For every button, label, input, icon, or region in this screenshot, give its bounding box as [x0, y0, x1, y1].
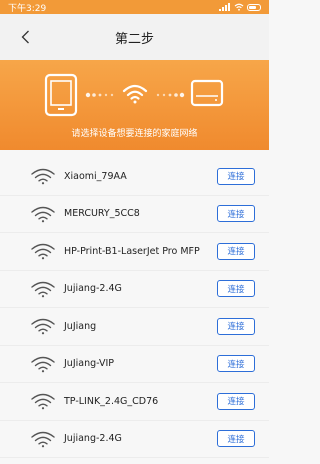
network-row[interactable]: HP-Print-B1-LaserJet Pro MFP 连接 — [0, 233, 269, 271]
network-row[interactable]: TP-LINK_2.4G_CD76 连接 — [0, 383, 269, 421]
status-icons — [219, 3, 261, 11]
network-row[interactable]: Jujiang-2.4G 连接 — [0, 270, 269, 308]
network-ssid: TP-LINK_2.4G_CD76 — [64, 395, 159, 407]
network-row[interactable]: MERCURY_5CC8 连接 — [0, 195, 269, 233]
wifi-status-icon — [234, 3, 244, 11]
signal-icon — [219, 3, 230, 11]
connect-button[interactable]: 连接 — [217, 280, 255, 298]
network-row[interactable]: JuJiang 连接 — [0, 308, 269, 346]
banner: 请选择设备想要连接的家庭网络 — [0, 60, 269, 150]
wifi-icon — [31, 318, 55, 335]
connect-button[interactable]: 连接 — [217, 317, 255, 335]
network-ssid: Jujiang-2.4G — [64, 283, 122, 295]
back-button[interactable] — [18, 28, 32, 46]
wifi-icon — [31, 206, 55, 222]
wifi-icon — [31, 243, 55, 260]
network-row[interactable]: JuJiang-VIP 连接 — [0, 345, 269, 383]
connect-button[interactable]: 连接 — [217, 167, 255, 185]
network-ssid: HP-Print-B1-LaserJet Pro MFP — [64, 245, 200, 257]
page-title: 第二步 — [114, 31, 154, 47]
connect-button[interactable]: 连接 — [217, 242, 255, 260]
network-ssid: Jujiang-2.4G — [64, 433, 122, 445]
chevron-left-icon — [21, 30, 29, 44]
network-row[interactable]: Xiaomi_79AA 连接 — [0, 158, 269, 196]
wifi-icon — [31, 393, 55, 410]
nav-bar: 第二步 — [0, 14, 269, 60]
status-bar: 下午3:29 — [0, 0, 269, 14]
battery-icon — [247, 3, 261, 11]
network-row[interactable]: Jujiang-2.4G 连接 — [0, 420, 269, 458]
banner-text: 请选择设备想要连接的家庭网络 — [71, 129, 198, 139]
wifi-icon — [31, 281, 55, 297]
network-list: Xiaomi_79AA 连接 MERCURY_5CC8 连接 HP-Print-B1-L… — [0, 158, 269, 458]
network-ssid: JuJiang-VIP — [64, 358, 115, 370]
network-ssid: Xiaomi_79AA — [64, 170, 127, 182]
status-time: 下午3:29 — [8, 3, 47, 14]
connect-button[interactable]: 连接 — [217, 355, 255, 373]
wifi-icon — [31, 168, 55, 185]
wifi-icon — [31, 431, 55, 447]
connect-button[interactable]: 连接 — [217, 205, 255, 223]
connect-button[interactable]: 连接 — [217, 392, 255, 410]
network-ssid: MERCURY_5CC8 — [64, 208, 140, 220]
wifi-icon — [31, 356, 55, 372]
network-ssid: JuJiang — [64, 320, 97, 332]
connect-button[interactable]: 连接 — [217, 430, 255, 448]
